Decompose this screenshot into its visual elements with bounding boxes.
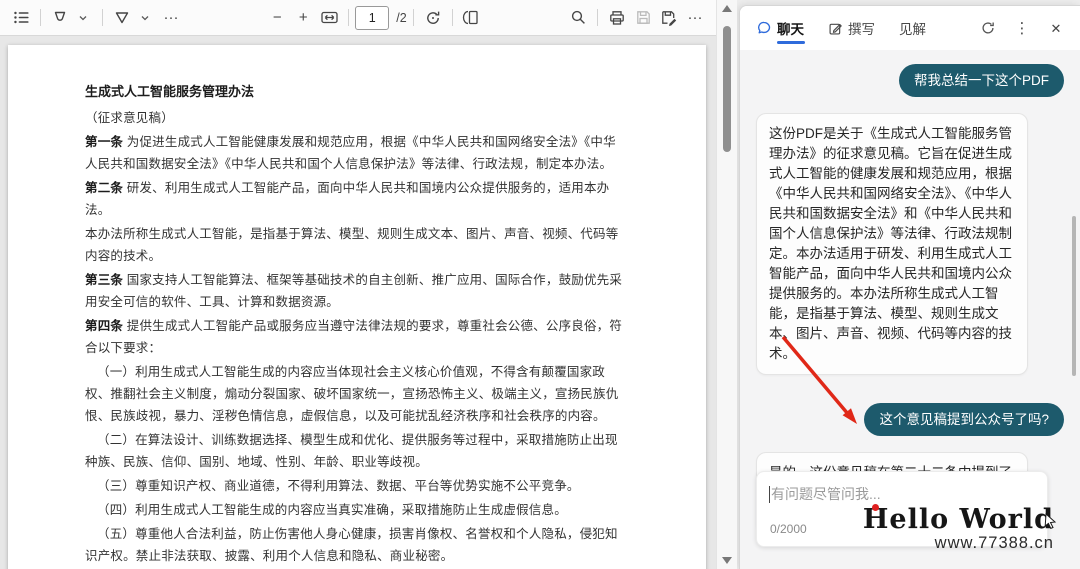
user-message: 帮我总结一下这个PDF (756, 64, 1064, 97)
document-content: 生成式人工智能服务管理办法 （征求意见稿） 第一条 为促进生成式人工智能健康发展… (8, 45, 706, 569)
chat-scrollbar-thumb[interactable] (1072, 216, 1076, 376)
pdf-page: 生成式人工智能服务管理办法 （征求意见稿） 第一条 为促进生成式人工智能健康发展… (8, 45, 706, 569)
chat-input-placeholder-row: 有问题尽管问我... (769, 484, 881, 504)
print-icon[interactable] (604, 5, 630, 31)
table-of-contents-icon[interactable] (8, 5, 34, 31)
pdf-scrollbar[interactable] (716, 0, 737, 569)
document-paragraph: 第三条 国家支持人工智能算法、框架等基础技术的自主创新、推广应用、国际合作，鼓励… (85, 273, 623, 309)
draw-chevron-down-icon[interactable] (132, 5, 158, 31)
document-subtitle: （征求意见稿） (85, 111, 174, 125)
document-paragraph: （二）在算法设计、训练数据选择、模型生成和优化、提供服务等过程中，采取措施防止出… (85, 433, 618, 469)
pdf-viewer-window: ··· − + /2 (0, 0, 1080, 569)
highlight-chevron-down-icon[interactable] (70, 5, 96, 31)
rotate-icon[interactable] (420, 5, 446, 31)
document-paragraph: 第二条 研发、利用生成式人工智能产品，面向中华人民共和国境内公众提供服务的，适用… (85, 181, 610, 217)
toolbar-divider (40, 9, 41, 26)
close-icon[interactable]: ✕ (1046, 18, 1066, 38)
chat-input[interactable]: 有问题尽管问我... 0/2000 (756, 471, 1048, 547)
fit-to-width-icon[interactable] (316, 5, 342, 31)
save-as-icon[interactable] (656, 5, 682, 31)
compose-icon (829, 23, 842, 34)
toolbar-divider (597, 9, 598, 26)
message-bubble: 这份PDF是关于《生成式人工智能服务管理办法》的征求意见稿。它旨在促进生成式人工… (756, 113, 1028, 375)
tab-insights[interactable]: 见解 (899, 6, 926, 50)
search-icon[interactable] (565, 5, 591, 31)
chat-message-list: 帮我总结一下这个PDF 这份PDF是关于《生成式人工智能服务管理办法》的征求意见稿… (740, 50, 1080, 569)
page-number-input[interactable] (355, 5, 390, 30)
page-view-icon[interactable] (459, 5, 485, 31)
chat-messages: 帮我总结一下这个PDF 这份PDF是关于《生成式人工智能服务管理办法》的征求意见稿… (756, 64, 1064, 534)
document-paragraph: （一）利用生成式人工智能生成的内容应当体现社会主义核心价值观，不得含有颠覆国家政… (85, 365, 619, 423)
chat-header: 聊天 撰写 见解 ⋮ ✕ (740, 6, 1080, 50)
refresh-icon[interactable] (978, 18, 998, 38)
chat-sidebar: 聊天 撰写 见解 ⋮ ✕ 帮我总结一下这个PDF 这份PDF是关于《生成式人工智… (737, 0, 1080, 569)
zoom-in-icon[interactable]: + (290, 5, 316, 31)
more-vertical-icon[interactable]: ⋮ (1012, 18, 1032, 38)
pdf-toolbar: ··· − + /2 (0, 0, 716, 36)
chat-header-actions: ⋮ ✕ (978, 18, 1066, 38)
scroll-up-icon[interactable] (722, 5, 732, 12)
user-message: 这个意见稿提到公众号了吗? (756, 403, 1064, 436)
pdf-scrollbar-thumb[interactable] (723, 26, 731, 152)
message-bubble: 帮我总结一下这个PDF (899, 64, 1064, 97)
zoom-out-icon[interactable]: − (264, 5, 290, 31)
text-caret (769, 485, 770, 503)
assistant-message: 这份PDF是关于《生成式人工智能服务管理办法》的征求意见稿。它旨在促进生成式人工… (756, 113, 1064, 375)
document-paragraphs: 第一条 为促进生成式人工智能健康发展和规范应用，根据《中华人民共和国网络安全法》… (85, 131, 624, 569)
toolbar-divider (102, 9, 103, 26)
active-tab-underline (777, 41, 805, 44)
toolbar-more-icon[interactable]: ··· (682, 5, 708, 31)
document-title: 生成式人工智能服务管理办法 (85, 84, 255, 99)
toolbar-divider (451, 9, 453, 26)
tab-chat[interactable]: 聊天 (756, 6, 805, 50)
chat-panel: 聊天 撰写 见解 ⋮ ✕ 帮我总结一下这个PDF 这份PDF是关于《生成式人工智… (739, 5, 1080, 569)
document-paragraph: 第四条 提供生成式人工智能产品或服务应当遵守法律法规的要求，尊重社会公德、公序良… (85, 319, 623, 355)
chat-input-placeholder: 有问题尽管问我... (771, 486, 881, 502)
toolbar-divider (412, 9, 414, 26)
document-paragraph: （四）利用生成式人工智能生成的内容应当真实准确，采取措施防止生成虚假信息。 (97, 503, 567, 517)
tab-compose[interactable]: 撰写 (828, 6, 875, 50)
tab-compose-label: 撰写 (848, 22, 875, 37)
character-counter: 0/2000 (770, 522, 807, 536)
toolbar-divider (348, 9, 350, 26)
document-paragraph: （五）尊重他人合法利益，防止伤害他人身心健康，损害肖像权、名誉权和个人隐私，侵犯… (85, 527, 618, 563)
page-count-label: /2 (396, 10, 407, 25)
pdf-canvas: 生成式人工智能服务管理办法 （征求意见稿） 第一条 为促进生成式人工智能健康发展… (0, 37, 716, 569)
tab-chat-label: 聊天 (777, 22, 804, 37)
annotation-more-icon[interactable]: ··· (158, 5, 184, 31)
save-icon (630, 5, 656, 31)
document-paragraph: 本办法所称生成式人工智能，是指基于算法、模型、规则生成文本、图片、声音、视频、代… (85, 227, 619, 263)
message-bubble: 这个意见稿提到公众号了吗? (864, 403, 1064, 436)
tab-insights-label: 见解 (899, 22, 926, 37)
document-paragraph: （三）尊重知识产权、商业道德，不得利用算法、数据、平台等优势实施不公平竞争。 (97, 479, 580, 493)
scroll-down-icon[interactable] (722, 557, 732, 564)
chat-bubble-icon (758, 21, 771, 34)
document-paragraph: 第一条 为促进生成式人工智能健康发展和规范应用，根据《中华人民共和国网络安全法》… (85, 135, 616, 171)
